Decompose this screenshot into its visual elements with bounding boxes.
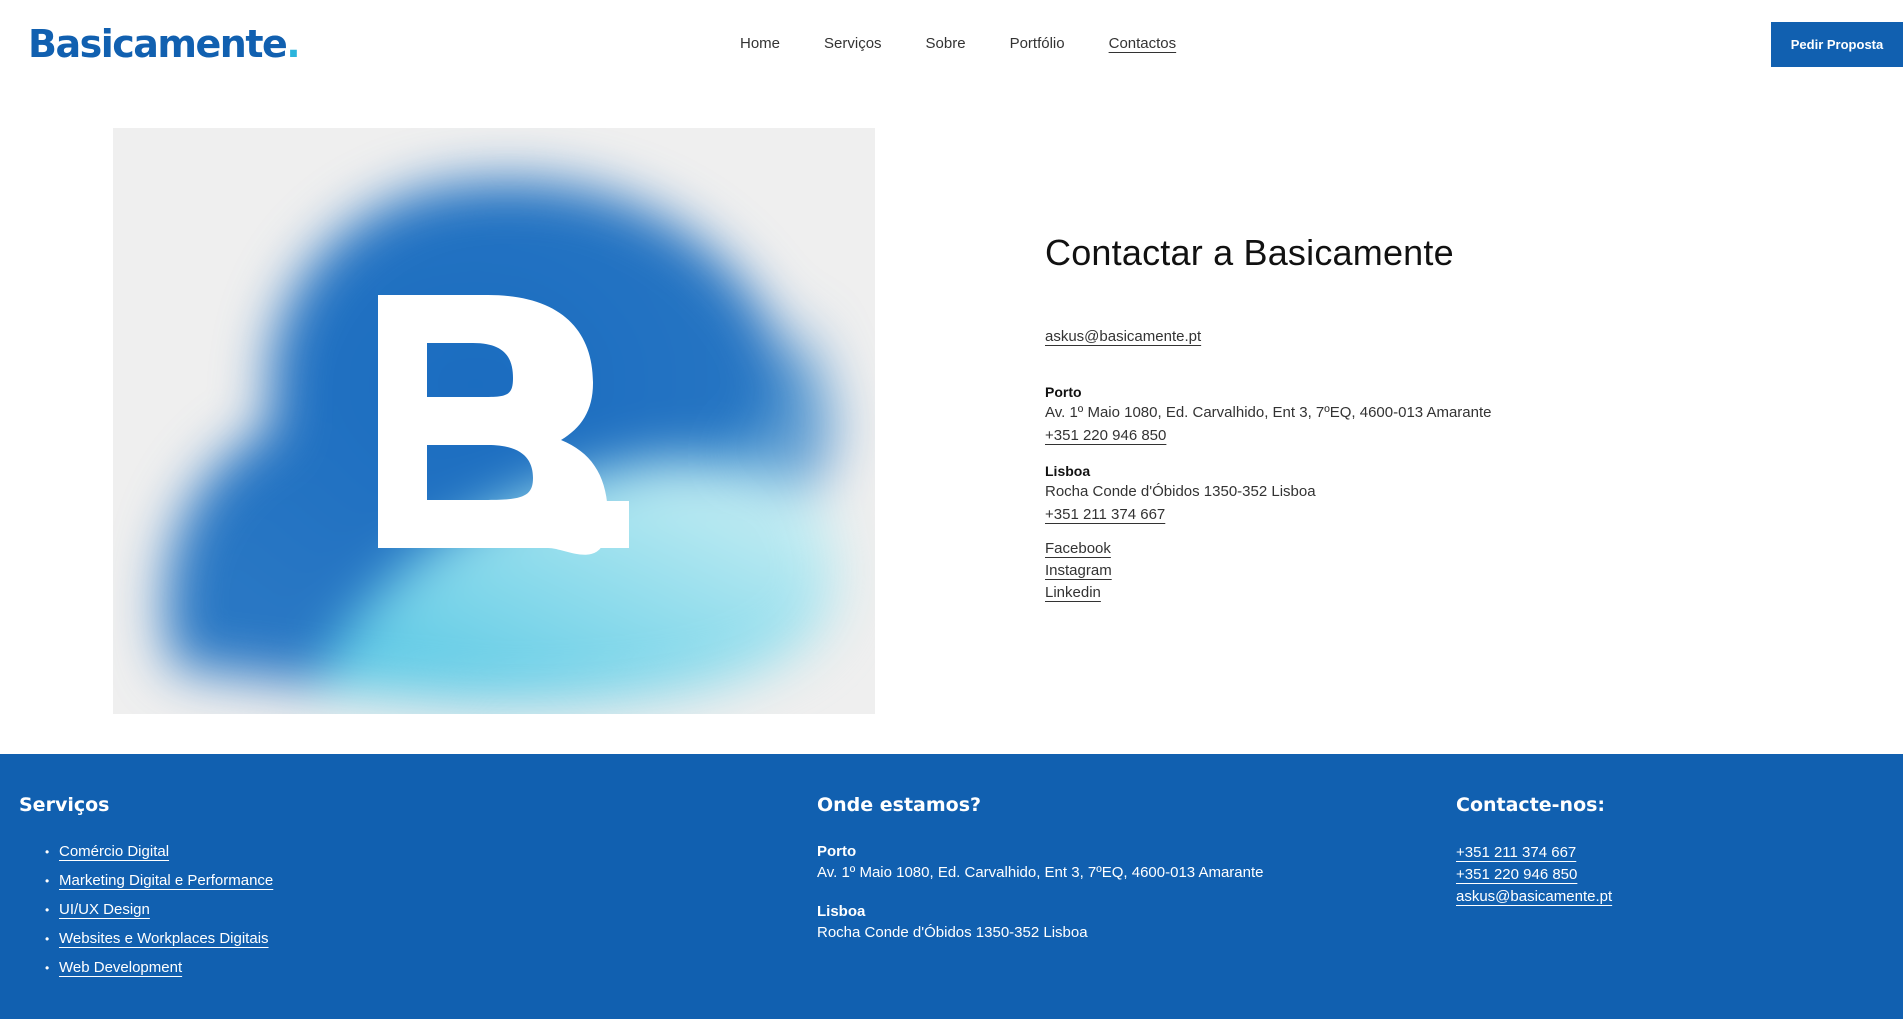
footer-services-title: Serviços	[19, 794, 110, 816]
list-item: Comércio Digital	[19, 842, 273, 862]
main-nav: Home Serviços Sobre Portfólio Contactos	[740, 34, 1220, 54]
footer-contact-links: +351 211 374 667 +351 220 946 850 askus@…	[1456, 842, 1612, 908]
contact-section: Contactar a Basicamente askus@basicament…	[1045, 230, 1665, 604]
footer-services-column: Serviços Comércio Digital Marketing Digi…	[19, 792, 273, 987]
page-title: Contactar a Basicamente	[1045, 232, 1454, 273]
footer-email-link[interactable]: askus@basicamente.pt	[1456, 886, 1612, 908]
social-links: Facebook Instagram Linkedin	[1045, 538, 1665, 604]
list-item: Websites e Workplaces Digitais	[19, 929, 273, 949]
office-address: Av. 1º Maio 1080, Ed. Carvalhido, Ent 3,…	[817, 864, 1264, 881]
office-name: Lisboa	[1045, 463, 1091, 479]
footer-contacts-title: Contacte-nos:	[1456, 794, 1606, 816]
footer-contacts-column: Contacte-nos: +351 211 374 667 +351 220 …	[1456, 792, 1612, 908]
service-link[interactable]: Marketing Digital e Performance	[59, 872, 273, 889]
footer-services-list: Comércio Digital Marketing Digital e Per…	[19, 842, 273, 978]
office-name: Porto	[1045, 384, 1082, 400]
service-link[interactable]: Comércio Digital	[59, 843, 169, 860]
office-porto: Porto Av. 1º Maio 1080, Ed. Carvalhido, …	[1045, 382, 1665, 447]
facebook-link[interactable]: Facebook	[1045, 538, 1111, 560]
list-item: UI/UX Design	[19, 900, 273, 920]
hero-brand-image	[113, 128, 875, 714]
footer-phone-porto-link[interactable]: +351 220 946 850	[1456, 864, 1577, 886]
office-address: Rocha Conde d'Óbidos 1350-352 Lisboa	[1045, 483, 1316, 500]
office-phone-link[interactable]: +351 220 946 850	[1045, 427, 1166, 444]
nav-servicos[interactable]: Serviços	[824, 34, 882, 54]
b-letter-mark	[378, 295, 629, 555]
service-link[interactable]: Web Development	[59, 959, 182, 976]
office-name: Porto	[817, 843, 857, 860]
footer-phone-lisboa-link[interactable]: +351 211 374 667	[1456, 842, 1576, 864]
nav-portfolio[interactable]: Portfólio	[1010, 34, 1065, 54]
contact-email-link[interactable]: askus@basicamente.pt	[1045, 328, 1201, 345]
pedir-proposta-button[interactable]: Pedir Proposta	[1771, 22, 1903, 67]
linkedin-link[interactable]: Linkedin	[1045, 582, 1101, 604]
office-phone-link[interactable]: +351 211 374 667	[1045, 506, 1165, 523]
office-lisboa: Lisboa Rocha Conde d'Óbidos 1350-352 Lis…	[1045, 461, 1665, 526]
logo-text: Basicamente	[28, 22, 288, 66]
nav-home[interactable]: Home	[740, 34, 780, 54]
footer-office-porto: Porto Av. 1º Maio 1080, Ed. Carvalhido, …	[817, 842, 1264, 884]
instagram-link[interactable]: Instagram	[1045, 560, 1112, 582]
service-link[interactable]: Websites e Workplaces Digitais	[59, 930, 269, 947]
site-footer: Serviços Comércio Digital Marketing Digi…	[0, 754, 1903, 1019]
list-item: Marketing Digital e Performance	[19, 871, 273, 891]
footer-locations-title: Onde estamos?	[817, 794, 982, 816]
nav-contactos[interactable]: Contactos	[1109, 34, 1177, 54]
list-item: Web Development	[19, 958, 273, 978]
logo[interactable]: Basicamente.	[28, 22, 301, 66]
office-name: Lisboa	[817, 903, 866, 920]
office-address: Av. 1º Maio 1080, Ed. Carvalhido, Ent 3,…	[1045, 404, 1492, 421]
nav-sobre[interactable]: Sobre	[926, 34, 966, 54]
footer-locations-column: Onde estamos? Porto Av. 1º Maio 1080, Ed…	[817, 792, 1264, 944]
office-address: Rocha Conde d'Óbidos 1350-352 Lisboa	[817, 924, 1088, 941]
site-header: Basicamente. Home Serviços Sobre Portfól…	[0, 0, 1903, 88]
footer-office-lisboa: Lisboa Rocha Conde d'Óbidos 1350-352 Lis…	[817, 902, 1264, 944]
service-link[interactable]: UI/UX Design	[59, 901, 150, 918]
logo-dot: .	[286, 22, 300, 66]
